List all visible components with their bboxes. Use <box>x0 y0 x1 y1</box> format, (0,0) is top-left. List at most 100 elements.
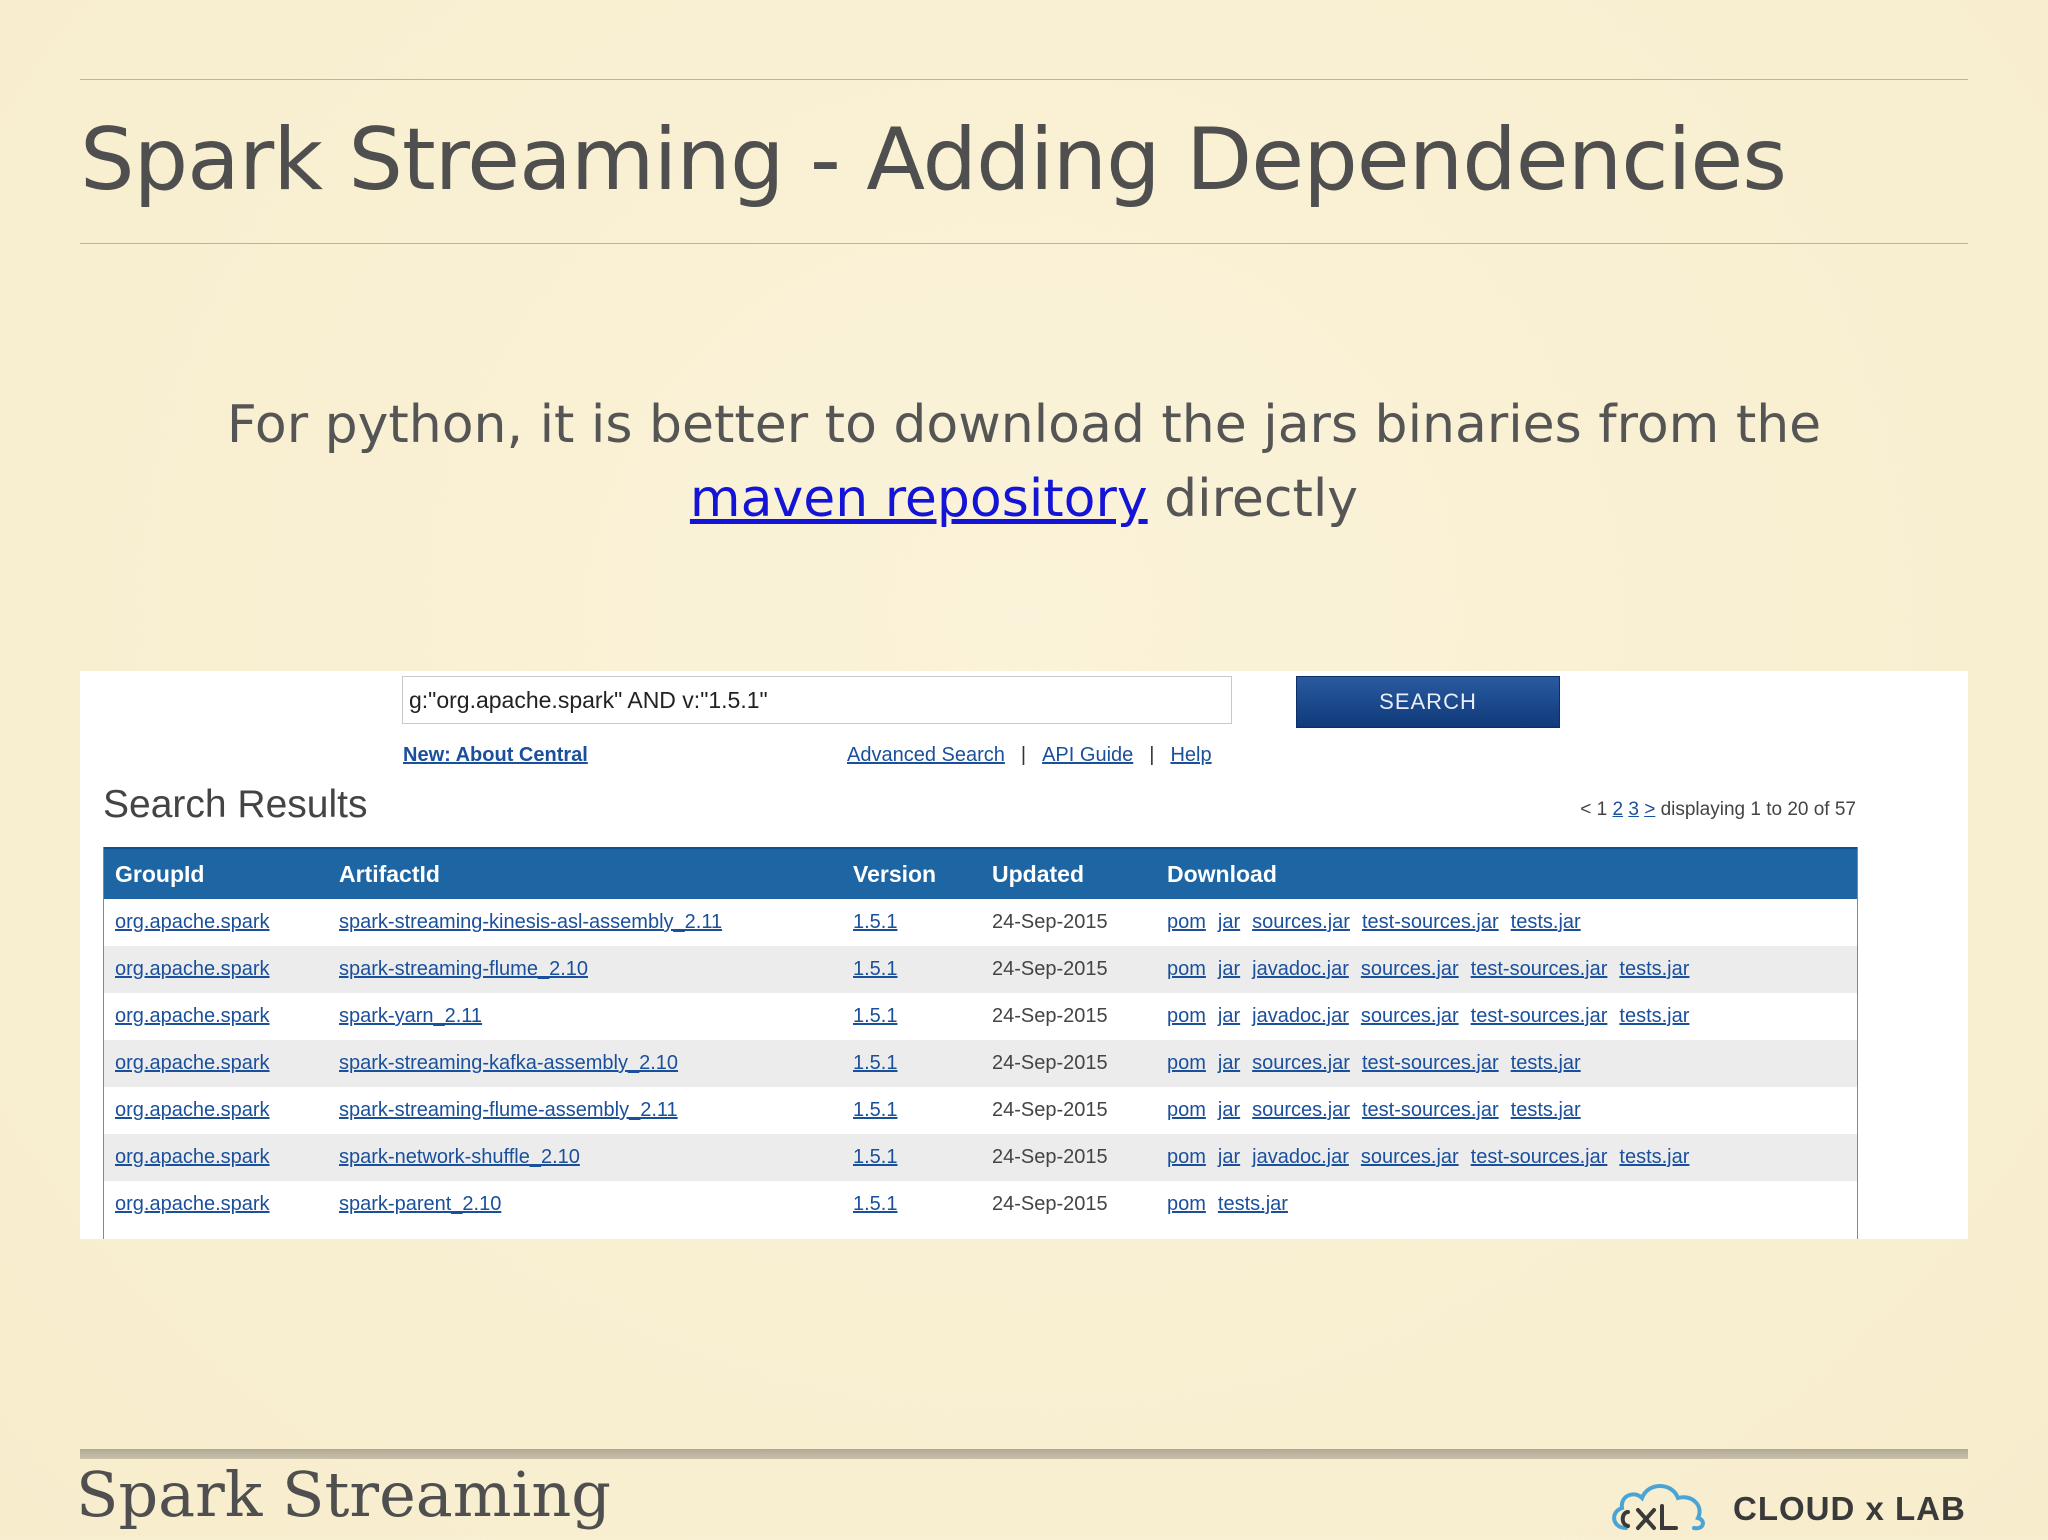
advanced-search-link[interactable]: Advanced Search <box>847 744 1005 766</box>
version-cell: 1.5.1 <box>841 1087 980 1134</box>
download-link[interactable]: jar <box>1218 911 1240 933</box>
version-link[interactable]: 1.5.1 <box>853 1052 897 1074</box>
download-link[interactable]: tests.jar <box>1511 1052 1581 1074</box>
download-link[interactable]: jar <box>1218 1099 1240 1121</box>
groupid-link[interactable]: org.apache.spark <box>115 1052 270 1074</box>
footer-title: Spark Streaming <box>76 1458 611 1531</box>
download-link[interactable]: tests.jar <box>1511 911 1581 933</box>
maven-repository-link[interactable]: maven repository <box>690 469 1148 529</box>
table-row: org.apache.spark spark-streaming-kafka-as… <box>103 1040 1857 1087</box>
download-link[interactable]: pom <box>1167 958 1206 980</box>
groupid-cell: org.apache.spark <box>103 946 327 993</box>
download-link[interactable]: jar <box>1218 1146 1240 1168</box>
column-header-updated[interactable]: Updated <box>980 847 1155 899</box>
download-link[interactable]: sources.jar <box>1361 1005 1459 1027</box>
download-link[interactable]: test-sources.jar <box>1362 1052 1499 1074</box>
title-rule <box>80 243 1968 244</box>
download-link[interactable]: jar <box>1218 1005 1240 1027</box>
artifactid-link[interactable]: spark-parent_2.10 <box>339 1193 501 1215</box>
slide-title: Spark Streaming - Adding Dependencies <box>80 110 1787 210</box>
download-link[interactable]: sources.jar <box>1252 911 1350 933</box>
download-link[interactable]: sources.jar <box>1361 958 1459 980</box>
artifactid-link[interactable]: spark-streaming-flume-assembly_2.11 <box>339 1099 678 1121</box>
updated-cell: 24-Sep-2015 <box>980 1040 1155 1087</box>
updated-cell: 24-Sep-2015 <box>980 1087 1155 1134</box>
download-link[interactable]: tests.jar <box>1511 1099 1581 1121</box>
download-link[interactable]: pom <box>1167 1193 1206 1215</box>
download-link[interactable]: test-sources.jar <box>1471 1146 1608 1168</box>
maven-search-screenshot: SEARCH New: About Central Advanced Searc… <box>80 671 1968 1239</box>
help-link[interactable]: Help <box>1170 744 1211 766</box>
column-header-groupid[interactable]: GroupId <box>103 847 327 899</box>
download-link[interactable]: sources.jar <box>1361 1146 1459 1168</box>
artifactid-link[interactable]: spark-yarn_2.11 <box>339 1005 482 1027</box>
search-results-heading: Search Results <box>103 783 368 826</box>
table-row: org.apache.spark spark-streaming-flume_2.… <box>103 946 1857 993</box>
updated-text: 24-Sep-2015 <box>992 958 1108 980</box>
pager-page-3[interactable]: 3 <box>1628 799 1639 820</box>
groupid-link[interactable]: org.apache.spark <box>115 911 270 933</box>
pager-next[interactable]: > <box>1644 799 1655 820</box>
pager-summary: displaying 1 to 20 of 57 <box>1660 799 1856 820</box>
updated-cell: 24-Sep-2015 <box>980 1134 1155 1181</box>
download-cell: pom jar sources.jar test-sources.jar tests.j… <box>1155 1087 1857 1134</box>
artifactid-link[interactable]: spark-streaming-flume_2.10 <box>339 958 588 980</box>
groupid-cell: org.apache.spark <box>103 993 327 1040</box>
download-link[interactable]: pom <box>1167 1146 1206 1168</box>
download-cell: pom jar javadoc.jar sources.jar test-sources… <box>1155 946 1857 993</box>
groupid-link[interactable]: org.apache.spark <box>115 958 270 980</box>
download-link[interactable]: javadoc.jar <box>1252 1146 1349 1168</box>
groupid-cell: org.apache.spark <box>103 1134 327 1181</box>
groupid-link[interactable]: org.apache.spark <box>115 1193 270 1215</box>
download-link[interactable]: tests.jar <box>1619 958 1689 980</box>
download-link[interactable]: test-sources.jar <box>1362 911 1499 933</box>
download-link[interactable]: pom <box>1167 1005 1206 1027</box>
artifactid-link[interactable]: spark-streaming-kinesis-asl-assembly_2.1… <box>339 911 722 933</box>
version-cell: 1.5.1 <box>841 1181 980 1228</box>
download-link[interactable]: javadoc.jar <box>1252 958 1349 980</box>
column-header-artifactid[interactable]: ArtifactId <box>327 847 841 899</box>
groupid-cell: org.apache.spark <box>103 1181 327 1228</box>
download-cell: pom jar sources.jar test-sources.jar tests.j… <box>1155 899 1857 946</box>
logo-text: CLOUD x LAB <box>1733 1490 1966 1527</box>
groupid-link[interactable]: org.apache.spark <box>115 1146 270 1168</box>
download-link[interactable]: pom <box>1167 1052 1206 1074</box>
version-link[interactable]: 1.5.1 <box>853 911 897 933</box>
download-link[interactable]: javadoc.jar <box>1252 1005 1349 1027</box>
artifactid-link[interactable]: spark-network-shuffle_2.10 <box>339 1146 580 1168</box>
groupid-link[interactable]: org.apache.spark <box>115 1005 270 1027</box>
download-link[interactable]: sources.jar <box>1252 1099 1350 1121</box>
slide-subtitle: For python, it is better to download the… <box>0 388 2048 536</box>
pager-page-2[interactable]: 2 <box>1612 799 1623 820</box>
download-link[interactable]: pom <box>1167 911 1206 933</box>
download-link[interactable]: sources.jar <box>1252 1052 1350 1074</box>
download-link[interactable]: jar <box>1218 1052 1240 1074</box>
cloudxlab-logo: CLOUD x LAB <box>1608 1468 1968 1536</box>
download-link[interactable]: tests.jar <box>1218 1193 1288 1215</box>
groupid-link[interactable]: org.apache.spark <box>115 1099 270 1121</box>
version-link[interactable]: 1.5.1 <box>853 1005 897 1027</box>
download-link[interactable]: tests.jar <box>1619 1146 1689 1168</box>
search-input[interactable] <box>402 676 1232 724</box>
version-link[interactable]: 1.5.1 <box>853 958 897 980</box>
updated-text: 24-Sep-2015 <box>992 1193 1108 1215</box>
new-about-central-link[interactable]: New: About Central <box>403 744 588 767</box>
artifactid-link[interactable]: spark-streaming-kafka-assembly_2.10 <box>339 1052 678 1074</box>
api-guide-link[interactable]: API Guide <box>1042 744 1133 766</box>
version-link[interactable]: 1.5.1 <box>853 1193 897 1215</box>
search-button[interactable]: SEARCH <box>1296 676 1560 728</box>
version-link[interactable]: 1.5.1 <box>853 1099 897 1121</box>
download-link[interactable]: test-sources.jar <box>1471 958 1608 980</box>
download-link[interactable]: tests.jar <box>1619 1005 1689 1027</box>
download-cell: pom jar sources.jar test-sources.jar tests.j… <box>1155 1040 1857 1087</box>
version-cell: 1.5.1 <box>841 1040 980 1087</box>
column-header-version[interactable]: Version <box>841 847 980 899</box>
download-link[interactable]: test-sources.jar <box>1471 1005 1608 1027</box>
download-link[interactable]: jar <box>1218 958 1240 980</box>
updated-cell: 24-Sep-2015 <box>980 1181 1155 1228</box>
download-link[interactable]: pom <box>1167 1099 1206 1121</box>
groupid-cell: org.apache.spark <box>103 1040 327 1087</box>
download-link[interactable]: test-sources.jar <box>1362 1099 1499 1121</box>
version-link[interactable]: 1.5.1 <box>853 1146 897 1168</box>
table-border <box>1857 847 1858 1239</box>
